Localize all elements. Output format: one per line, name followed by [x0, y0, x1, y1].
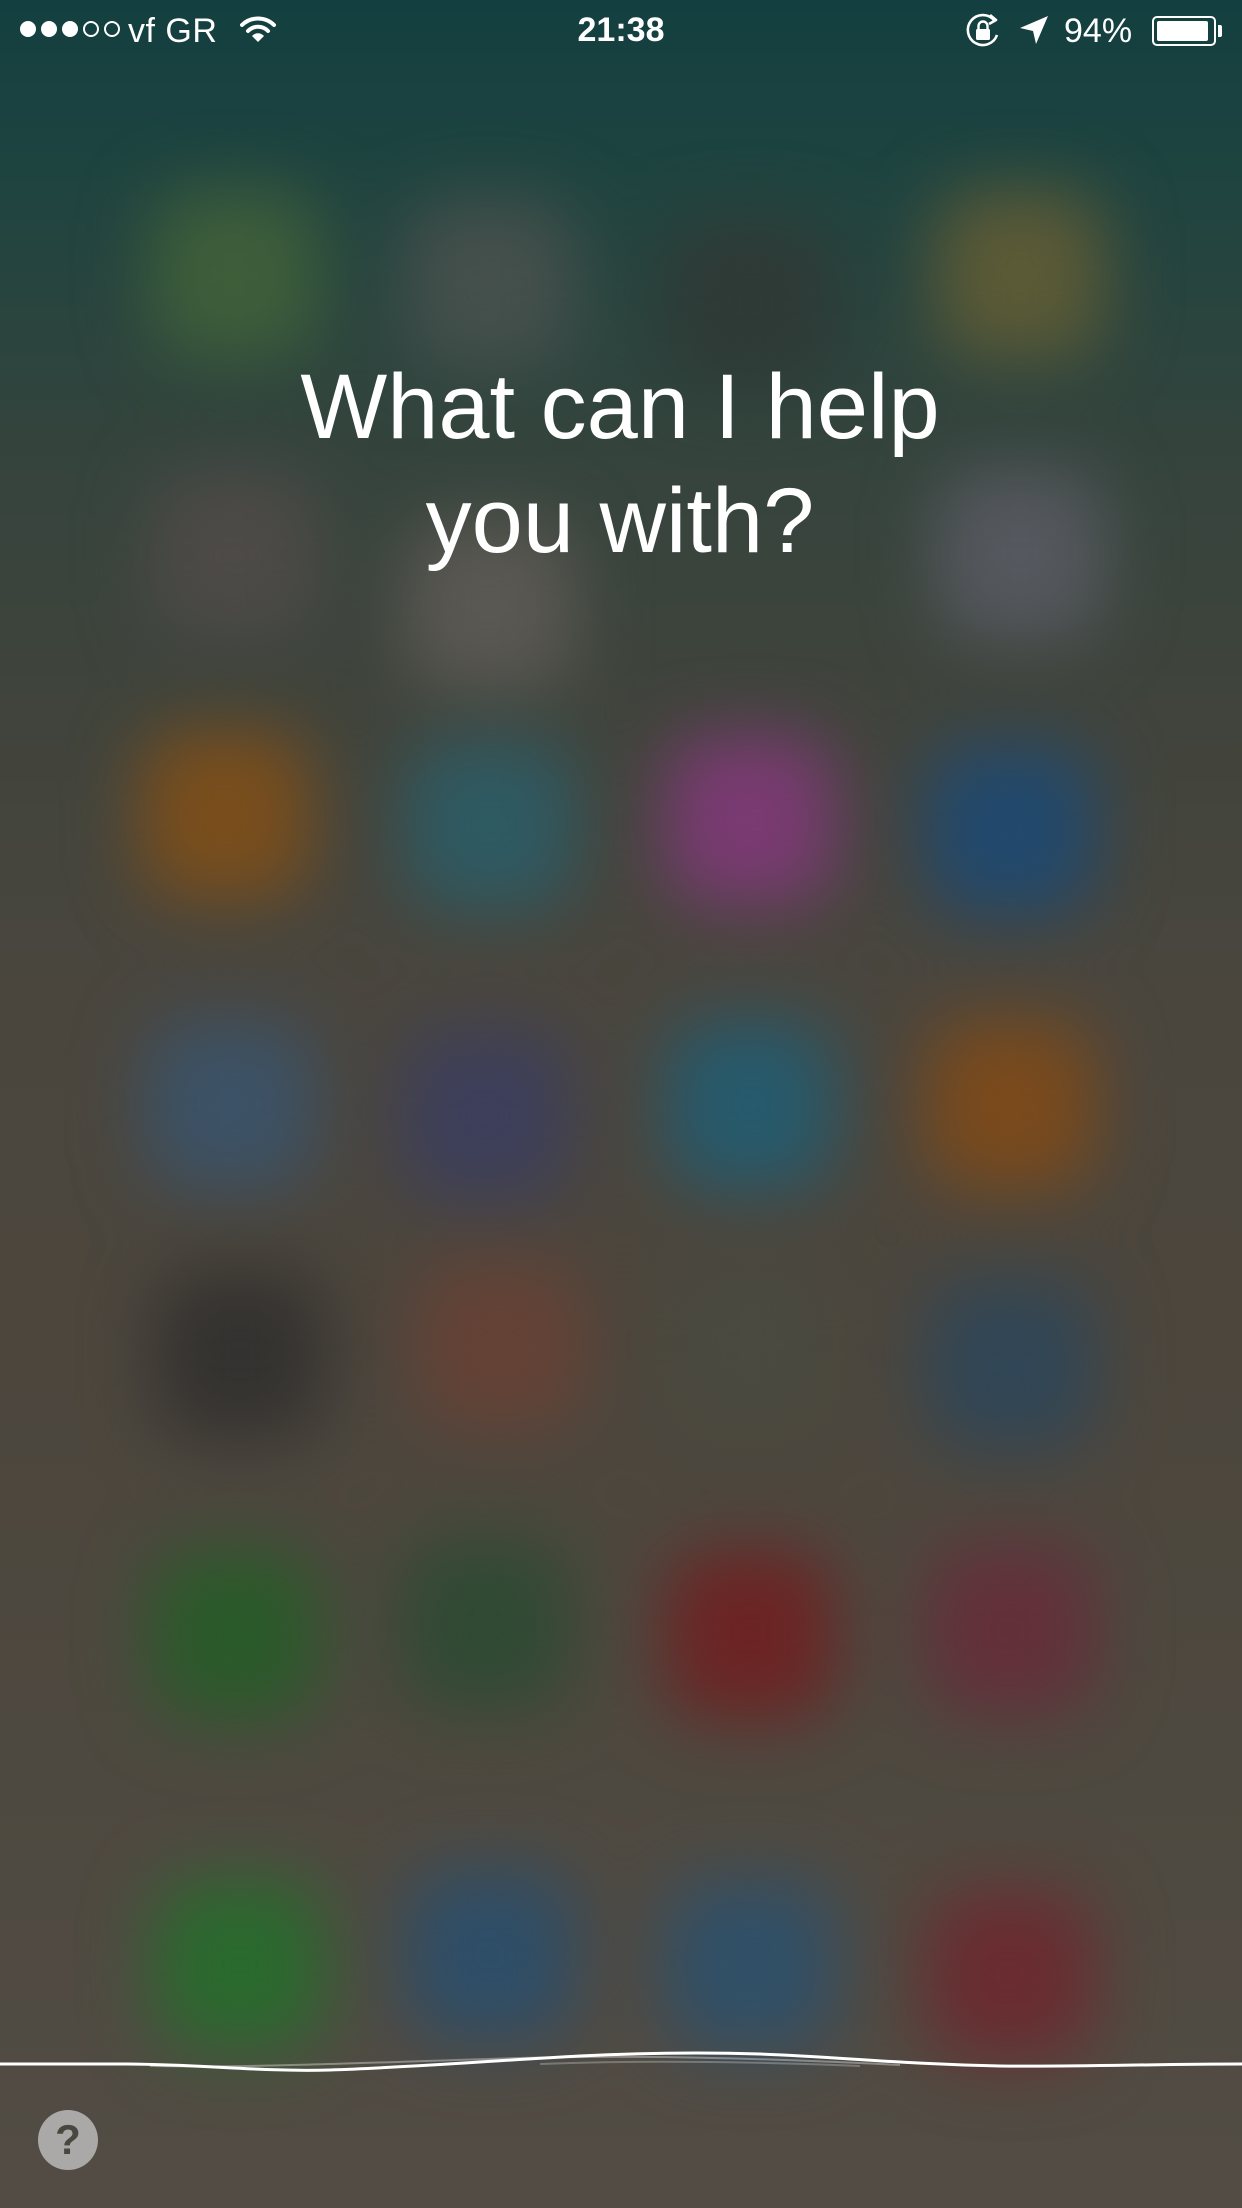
help-button[interactable]: ?: [38, 2110, 98, 2170]
battery-level-fill: [1157, 21, 1208, 41]
battery-icon: [1152, 16, 1224, 46]
blurred-app-icon: [155, 1270, 325, 1440]
blurred-app-icon: [405, 200, 575, 370]
siri-screen: vf GR 21:38 94% What can I help you with…: [0, 0, 1242, 2208]
blurred-home-screen-background: [0, 0, 1242, 2208]
status-time: 21:38: [577, 11, 665, 49]
blurred-app-icon: [140, 730, 310, 900]
blurred-app-icon: [935, 190, 1105, 360]
blurred-app-icon: [925, 1020, 1095, 1190]
blurred-app-icon: [925, 1545, 1095, 1715]
status-bar: vf GR 21:38 94%: [0, 0, 1242, 62]
blurred-app-icon: [925, 1890, 1095, 2060]
siri-prompt: What can I help you with?: [170, 350, 1070, 578]
blurred-app-icon: [415, 1260, 585, 1430]
blurred-app-icon: [155, 1880, 325, 2050]
battery-percentage: 94%: [1064, 12, 1133, 50]
blurred-app-icon: [405, 1870, 575, 2040]
siri-prompt-line-1: What can I help: [300, 356, 940, 458]
blurred-app-icon: [665, 1020, 835, 1190]
location-arrow-icon: [1020, 16, 1048, 44]
question-mark-icon: ?: [55, 2116, 81, 2163]
blurred-app-icon: [665, 735, 835, 905]
blurred-app-icon: [145, 1020, 315, 1190]
blurred-app-icon: [150, 1550, 320, 1720]
siri-waveform: [0, 2051, 1242, 2072]
blurred-app-icon: [405, 740, 575, 910]
blurred-app-icon: [665, 1880, 835, 2050]
blurred-app-icon: [665, 1260, 835, 1430]
blurred-app-icon: [150, 190, 320, 360]
blurred-app-icon: [925, 745, 1095, 915]
blurred-app-icon: [400, 1030, 570, 1200]
blurred-app-icon: [925, 1280, 1095, 1450]
rotation-lock-icon: [966, 13, 999, 47]
siri-prompt-line-2: you with?: [425, 470, 815, 572]
blurred-app-icon: [665, 1550, 835, 1720]
blurred-app-icon: [400, 1540, 570, 1710]
